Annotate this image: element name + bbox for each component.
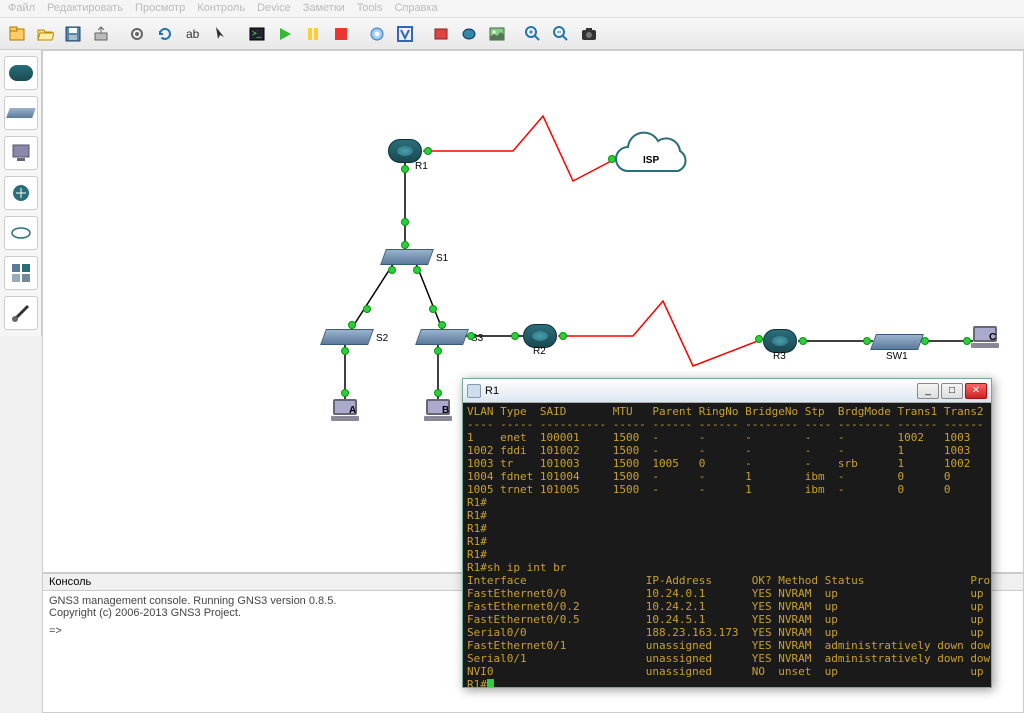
terminal-window[interactable]: R1 _ □ ✕ VLAN Type SAID MTU Parent RingN… [462,378,992,688]
zoom-out-button[interactable] [548,21,574,47]
label-r1: R1 [415,161,428,172]
label-pc-c: C [989,332,996,343]
pause-button[interactable] [300,21,326,47]
link-dot [755,335,763,343]
image-tool[interactable] [484,21,510,47]
link-dot [434,389,442,397]
link-dot [341,389,349,397]
save-button[interactable] [60,21,86,47]
node-s3[interactable] [415,329,469,345]
menu-edit[interactable]: Редактировать [47,2,123,15]
label-sw1: SW1 [886,351,908,362]
terminal-title: R1 [485,385,499,397]
new-project-button[interactable] [4,21,30,47]
export-button[interactable] [88,21,114,47]
link-dot [348,321,356,329]
palette-switch[interactable] [4,96,38,130]
link-dot [341,347,349,355]
link-dot [438,321,446,329]
palette-host[interactable] [4,136,38,170]
label-r2: R2 [533,346,546,357]
snapshot-button[interactable] [576,21,602,47]
link-dot [401,218,409,226]
link-dot [429,305,437,313]
zoom-in-button[interactable] [520,21,546,47]
link-dot [511,332,519,340]
terminal-body[interactable]: VLAN Type SAID MTU Parent RingNo BridgeN… [463,403,991,687]
link-dot [434,347,442,355]
menu-file[interactable]: Файл [8,2,35,15]
palette-all[interactable] [4,256,38,290]
menu-device[interactable]: Device [257,2,291,15]
link-dot [559,332,567,340]
node-s2[interactable] [320,329,374,345]
link-dot [863,337,871,345]
rectangle-tool[interactable] [428,21,454,47]
gear-tool[interactable] [124,21,150,47]
minimize-button[interactable]: _ [917,383,939,399]
menu-help[interactable]: Справка [394,2,437,15]
label-s2: S2 [376,333,388,344]
palette-link[interactable] [4,296,38,330]
palette-firewall[interactable] [4,176,38,210]
text-tool[interactable]: ab [180,21,206,47]
node-r3[interactable] [763,329,797,353]
link-dot [467,332,475,340]
palette-router[interactable] [4,56,38,90]
close-button[interactable]: ✕ [965,383,987,399]
stop-button[interactable] [328,21,354,47]
play-button[interactable] [272,21,298,47]
link-dot [401,165,409,173]
cursor-tool[interactable] [208,21,234,47]
label-r3: R3 [773,351,786,362]
link-dot [608,155,616,163]
console-button[interactable]: >_ [244,21,270,47]
menu-tools[interactable]: Tools [357,2,383,15]
svg-text:>_: >_ [252,29,262,38]
virtualbox-button[interactable] [392,21,418,47]
maximize-button[interactable]: □ [941,383,963,399]
menu-notes[interactable]: Заметки [303,2,345,15]
link-dot [799,337,807,345]
link-dot [401,241,409,249]
label-pc-a: A [349,405,356,416]
svg-text:ab: ab [186,27,200,41]
ellipse-tool[interactable] [456,21,482,47]
label-pc-b: B [442,405,449,416]
node-s1[interactable] [380,249,434,265]
link-dot [963,337,971,345]
menu-view[interactable]: Просмотр [135,2,185,15]
node-sw1[interactable] [870,334,924,350]
link-dot [388,266,396,274]
toolbar: ab >_ [0,18,1024,50]
palette-cloud[interactable] [4,216,38,250]
label-s1: S1 [436,253,448,264]
label-isp: ISP [643,155,659,166]
open-button[interactable] [32,21,58,47]
menubar[interactable]: Файл Редактировать Просмотр Контроль Dev… [0,0,1024,18]
link-dot [424,147,432,155]
putty-icon [467,384,481,398]
menu-control[interactable]: Контроль [197,2,245,15]
terminal-titlebar[interactable]: R1 _ □ ✕ [463,379,991,403]
node-r2[interactable] [523,324,557,348]
link-dot [363,305,371,313]
link-dot [921,337,929,345]
link-dot [413,266,421,274]
node-r1[interactable] [388,139,422,163]
reload-button[interactable] [152,21,178,47]
idle-pc-button[interactable] [364,21,390,47]
device-palette [0,50,42,336]
